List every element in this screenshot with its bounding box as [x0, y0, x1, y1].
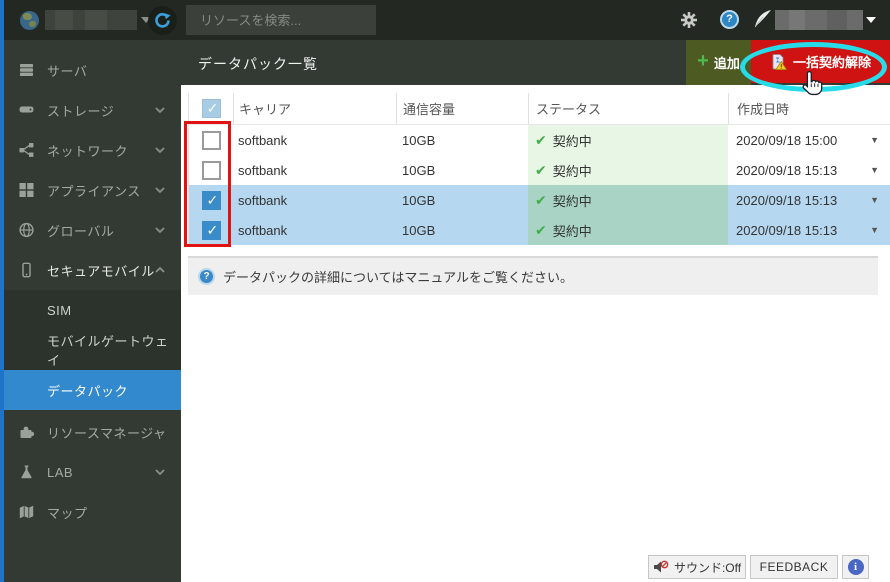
row-menu-caret-icon[interactable] [870, 165, 879, 175]
sidebar-item-secure-mobile[interactable]: セキュアモバイル [0, 250, 181, 290]
sidebar-item-map[interactable]: マップ [0, 492, 181, 532]
info-icon [847, 559, 864, 575]
sound-muted-icon [653, 560, 669, 574]
table-row[interactable]: softbank 10GB 契約中 2020/09/18 15:13 [189, 155, 890, 185]
sidebar-item-resource-manager[interactable]: リソースマネージャ [0, 412, 181, 452]
app-window: サーバ ストレージ ネットワーク [0, 0, 890, 582]
sidebar-item-sim[interactable]: SIM [0, 290, 181, 330]
map-icon [19, 505, 34, 520]
chevron-down-icon [155, 227, 165, 234]
select-all-checkbox[interactable] [201, 99, 221, 118]
status-badge: 契約中 [528, 185, 728, 215]
status-ok-icon [535, 132, 547, 149]
chevron-up-icon [155, 266, 165, 274]
redacted-username[interactable] [775, 10, 863, 30]
status-ok-icon [535, 162, 547, 179]
sidebar-item-lab[interactable]: LAB [0, 452, 181, 492]
status-badge: 契約中 [528, 215, 728, 245]
search-input[interactable] [186, 12, 376, 28]
row-menu-caret-icon[interactable] [870, 225, 879, 235]
status-badge: 契約中 [528, 125, 728, 155]
user-menu-caret-icon[interactable] [866, 17, 876, 23]
feedback-button[interactable]: FEEDBACK [750, 555, 838, 579]
status-ok-icon [535, 192, 547, 209]
sidebar-item-server[interactable]: サーバ [0, 50, 181, 90]
column-header-carrier[interactable]: キャリア [233, 93, 396, 124]
help-icon [198, 268, 215, 285]
resource-search [186, 5, 376, 35]
chevron-down-icon [155, 187, 165, 194]
feather-pen-icon [754, 10, 771, 28]
topbar [0, 0, 890, 40]
chevron-down-icon [155, 107, 165, 114]
annotation-red-box-checkboxes [184, 121, 231, 247]
chevron-down-icon [155, 147, 165, 154]
settings-gear-icon[interactable] [680, 11, 698, 29]
mouse-cursor-icon [802, 70, 823, 96]
left-accent-strip [0, 0, 4, 582]
sidebar-item-appliance[interactable]: アプライアンス [0, 170, 181, 210]
manual-info-bar: データパックの詳細についてはマニュアルをご覧ください。 [188, 256, 878, 295]
status-badge: 契約中 [528, 155, 728, 185]
status-ok-icon [535, 222, 547, 239]
redacted-account-name [45, 10, 137, 30]
table-row[interactable]: softbank 10GB 契約中 2020/09/18 15:13 [189, 185, 890, 215]
sidebar-item-global[interactable]: グローバル [0, 210, 181, 250]
sidebar-item-datapack[interactable]: データパック [0, 370, 181, 410]
page-title: データパック一覧 [198, 56, 318, 72]
help-icon[interactable] [720, 10, 739, 29]
refresh-button[interactable] [148, 6, 177, 35]
mobile-phone-icon [19, 262, 34, 278]
sidebar-item-storage[interactable]: ストレージ [0, 90, 181, 130]
storage-icon [19, 103, 34, 118]
plus-icon: + [697, 50, 709, 72]
sidebar-item-network[interactable]: ネットワーク [0, 130, 181, 170]
row-menu-caret-icon[interactable] [870, 135, 879, 145]
sound-toggle-button[interactable]: サウンド:Off [648, 555, 746, 579]
table-row[interactable]: softbank 10GB 契約中 2020/09/18 15:00 [189, 125, 890, 155]
sidebar-item-mobile-gateway[interactable]: モバイルゲートウェイ [0, 330, 181, 370]
server-icon [19, 63, 34, 78]
info-text: データパックの詳細についてはマニュアルをご覧ください。 [223, 270, 573, 285]
table-header-row: キャリア 通信容量 ステータス 作成日時 [189, 93, 890, 125]
refresh-icon [155, 13, 171, 28]
row-menu-caret-icon[interactable] [870, 195, 879, 205]
appliance-grid-icon [19, 183, 34, 198]
globe-icon [19, 222, 34, 238]
puzzle-piece-icon [19, 425, 34, 440]
chevron-down-icon [155, 469, 165, 476]
region-globe-icon[interactable] [20, 11, 39, 30]
datapack-table: キャリア 通信容量 ステータス 作成日時 softbank 10GB 契約中 2… [188, 93, 890, 245]
sidebar: サーバ ストレージ ネットワーク アプライアンス グローバル セキュアモバイル … [0, 40, 181, 582]
table-row[interactable]: softbank 10GB 契約中 2020/09/18 15:13 [189, 215, 890, 245]
info-button[interactable] [842, 555, 869, 579]
network-icon [19, 143, 34, 158]
column-header-status[interactable]: ステータス [528, 93, 728, 124]
lab-flask-icon [19, 465, 34, 480]
column-header-capacity[interactable]: 通信容量 [396, 93, 528, 124]
